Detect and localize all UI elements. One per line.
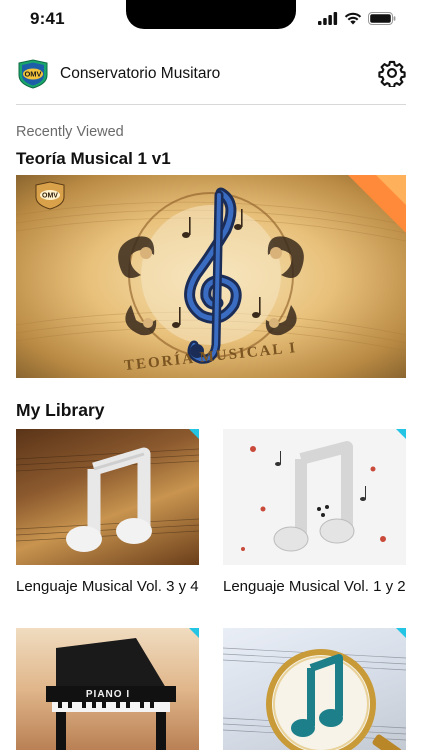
magnifier-music-note-icon bbox=[223, 647, 406, 750]
library-card-cover[interactable] bbox=[16, 429, 199, 565]
header-divider bbox=[16, 104, 406, 105]
gear-icon[interactable] bbox=[378, 59, 406, 87]
card-corner-tag bbox=[396, 628, 406, 638]
card-corner-tag bbox=[396, 429, 406, 439]
library-card-cover[interactable] bbox=[223, 429, 406, 565]
hero-logo-badge: OMV bbox=[35, 181, 65, 210]
status-time: 9:41 bbox=[30, 9, 65, 28]
status-icons bbox=[318, 12, 396, 25]
grand-piano-icon: PIANO I bbox=[46, 638, 176, 750]
conservatory-logo: OMV bbox=[18, 59, 48, 89]
hero-corner-ribbon-inner bbox=[376, 175, 406, 205]
svg-text:PIANO I: PIANO I bbox=[86, 689, 130, 700]
card-corner-tag bbox=[189, 628, 199, 638]
device-notch bbox=[126, 0, 296, 29]
wifi-icon bbox=[344, 12, 362, 25]
svg-text:OMV: OMV bbox=[24, 70, 41, 79]
app-header: OMV Conservatorio Musitaro bbox=[16, 56, 406, 94]
library-card[interactable]: PIANO I bbox=[16, 628, 199, 750]
recent-item-title[interactable]: Teoría Musical 1 v1 bbox=[16, 149, 171, 169]
library-card-cover[interactable] bbox=[223, 628, 406, 750]
music-note-icon bbox=[241, 441, 386, 552]
library-card-cover[interactable]: PIANO I bbox=[16, 628, 199, 750]
library-card[interactable] bbox=[223, 628, 406, 750]
library-card[interactable]: Lenguaje Musical Vol. 3 y 4 bbox=[16, 429, 199, 599]
library-card-title[interactable]: Lenguaje Musical Vol. 3 y 4 bbox=[16, 574, 199, 599]
battery-icon bbox=[368, 12, 396, 25]
library-card[interactable]: Lenguaje Musical Vol. 1 y 2 bbox=[223, 429, 406, 599]
my-library-label: My Library bbox=[16, 400, 105, 420]
cellular-signal-icon bbox=[318, 12, 338, 25]
library-card-title[interactable]: Lenguaje Musical Vol. 1 y 2 bbox=[223, 574, 406, 599]
app-title: Conservatorio Musitaro bbox=[60, 65, 221, 82]
recently-viewed-label: Recently Viewed bbox=[16, 124, 124, 140]
music-note-icon bbox=[16, 447, 199, 552]
svg-text:OMV: OMV bbox=[42, 193, 58, 200]
card-corner-tag bbox=[189, 429, 199, 439]
recent-item-cover[interactable]: OMV TEORÍA MUSICAL I bbox=[16, 175, 406, 378]
status-bar: 9:41 bbox=[0, 0, 422, 44]
